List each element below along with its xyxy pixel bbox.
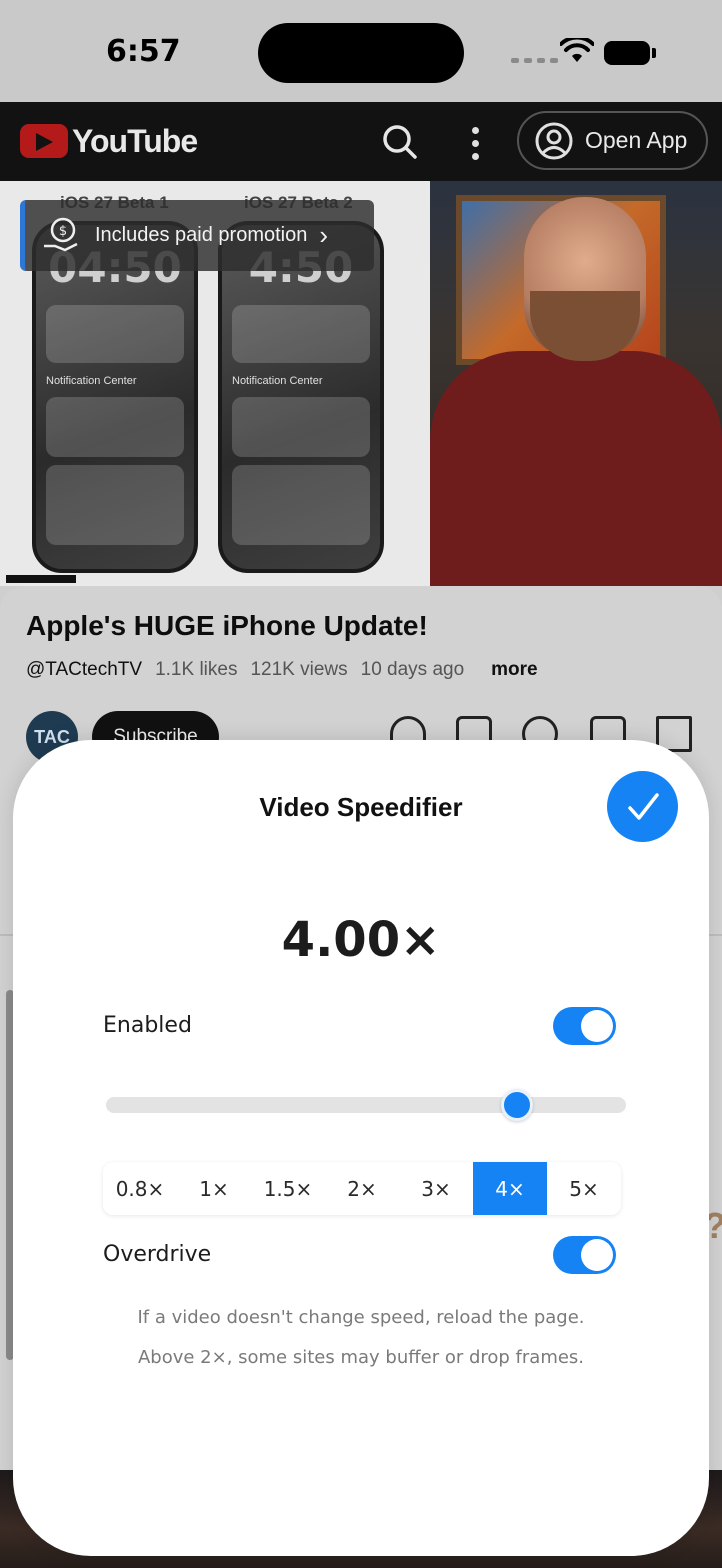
notification-center-label: Notification Center [46,375,137,387]
play-icon [36,133,53,151]
chevron-right-icon: › [319,220,329,250]
speed-preset-button[interactable]: 0.8× [103,1162,177,1215]
overdrive-label: Overdrive [103,1242,212,1267]
views-count: 121K views [250,659,348,680]
dynamic-island [258,23,464,83]
music-card [232,305,370,363]
youtube-logo-text[interactable]: YouTube [72,123,198,160]
toggle-knob [581,1010,613,1042]
account-icon [535,122,573,159]
enabled-toggle[interactable] [553,1007,616,1045]
svg-text:$: $ [59,224,67,239]
presenter-body [430,351,722,586]
toggle-knob [581,1239,613,1271]
speed-preset-button[interactable]: 1× [177,1162,251,1215]
notification-card [232,465,370,545]
signal-icon [511,58,558,63]
image-credit [6,575,76,583]
status-time: 6:57 [106,34,181,69]
speed-preset-button[interactable]: 5× [547,1162,621,1215]
video-title[interactable]: Apple's HUGE iPhone Update! [26,610,428,642]
phone-mockup-left: 04:50 Notification Center [32,221,198,573]
notification-card [232,397,370,457]
enabled-label: Enabled [103,1013,192,1038]
speedifier-sheet [13,740,709,1556]
done-button[interactable] [607,771,678,842]
speed-slider-track[interactable] [106,1097,626,1113]
paid-promotion-banner[interactable]: $ Includes paid promotion › [20,200,374,271]
search-icon[interactable] [382,124,418,160]
speed-preset-button[interactable]: 4× [473,1162,547,1215]
speed-preset-button[interactable]: 3× [399,1162,473,1215]
speed-slider-thumb[interactable] [500,1089,533,1121]
speed-preset-button[interactable]: 1.5× [251,1162,325,1215]
checkmark-icon [627,792,659,820]
hint-reload: If a video doesn't change speed, reload … [137,1307,585,1328]
open-app-button[interactable]: Open App [517,111,708,170]
page: 6:57 YouTube Open App iOS 27 Beta 1 iOS … [0,0,722,1568]
upload-age: 10 days ago [360,659,465,680]
battery-icon [604,41,650,65]
hint-buffer: Above 2×, some sites may buffer or drop … [137,1347,585,1368]
dollar-hand-icon: $ [44,217,78,251]
music-card [46,305,184,363]
channel-handle[interactable]: @TACtechTV [26,659,142,681]
speed-display: 4.00× [281,912,441,968]
phone-mockup-right: 4:50 Notification Center [218,221,384,573]
video-meta: @TACtechTV 1.1K likes 121K views 10 days… [26,659,538,681]
speed-presets: 0.8× 1× 1.5× 2× 3× 4× 5× [103,1162,621,1215]
speed-preset-button[interactable]: 2× [325,1162,399,1215]
paid-promotion-label: Includes paid promotion [95,224,308,246]
wifi-icon [560,38,594,62]
likes-count: 1.1K likes [155,659,238,680]
battery-tip [652,48,656,58]
more-options-icon[interactable] [472,127,479,160]
notification-card [46,465,184,545]
notification-center-label: Notification Center [232,375,323,387]
overdrive-toggle[interactable] [553,1236,616,1274]
more-link[interactable]: more [491,659,537,681]
open-app-label: Open App [585,127,688,153]
notification-card [46,397,184,457]
